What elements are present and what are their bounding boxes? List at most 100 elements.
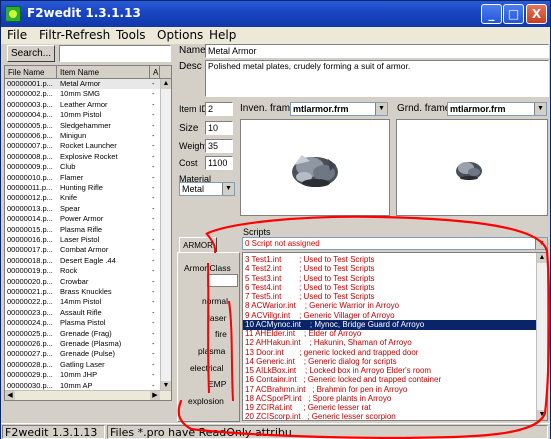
cell-a: -: [152, 349, 155, 359]
table-row[interactable]: 00000028.p... Gatling Laser -: [5, 360, 160, 370]
inven-frame-select[interactable]: mtlarmor.frm ▼: [290, 102, 388, 116]
item-id-field[interactable]: 2: [205, 102, 233, 116]
table-row[interactable]: 00000019.p... Rock -: [5, 266, 160, 276]
maximize-button[interactable]: □: [503, 4, 524, 24]
table-row[interactable]: 00000026.p... Grenade (Plasma) -: [5, 339, 160, 349]
cell-item-name: Club: [60, 162, 76, 172]
armor-class-field[interactable]: [207, 274, 238, 287]
list-vertical-scrollbar[interactable]: ▲ ▼: [160, 79, 171, 391]
table-row[interactable]: 00000027.p... Grenade (Pulse) -: [5, 349, 160, 359]
table-row[interactable]: 00000007.p... Rocket Launcher -: [5, 141, 160, 151]
column-item-name[interactable]: Item Name: [57, 66, 150, 79]
item-list[interactable]: File Name Item Name A 00000001.p... Metal…: [4, 65, 172, 401]
menu-filtr-refresh[interactable]: Filtr-Refresh: [39, 27, 110, 44]
cell-item-name: Explosive Rocket: [60, 151, 118, 161]
status-bar: F2wedit 1.3.1.13 Files *.pro have ReadOn…: [1, 423, 550, 439]
table-row[interactable]: 00000023.p... Assault Rifle -: [5, 308, 160, 318]
chevron-down-icon[interactable]: ▼: [535, 238, 547, 249]
script-list-item[interactable]: 20 ZCIScorp.int ; Generic lesser scorpio…: [243, 412, 536, 420]
inven-frame-value: mtlarmor.frm: [293, 104, 349, 114]
table-row[interactable]: 00000010.p... Flamer -: [5, 173, 160, 183]
chevron-down-icon[interactable]: ▼: [375, 103, 387, 115]
table-row[interactable]: 00000021.p... Brass Knuckles -: [5, 287, 160, 297]
inven-frame-preview: [240, 119, 390, 216]
cell-item-name: 10mm SMG: [60, 89, 101, 99]
cell-a: -: [152, 193, 155, 203]
cell-a: -: [152, 183, 155, 192]
list-header: File Name Item Name A: [5, 66, 171, 79]
table-row[interactable]: 00000005.p... Sledgehammer -: [5, 121, 160, 131]
cell-a: -: [152, 224, 155, 234]
cell-item-name: Desert Eagle .44: [60, 255, 116, 265]
close-button[interactable]: X: [526, 4, 547, 24]
desc-field[interactable]: Polished metal plates, crudely forming a…: [205, 60, 549, 97]
cell-item-name: Plasma Rifle: [60, 224, 103, 234]
cell-file-name: 00000029.p...: [7, 370, 53, 380]
cell-file-name: 00000010.p...: [7, 172, 53, 182]
cell-a: -: [152, 245, 155, 255]
menu-options[interactable]: Options: [157, 27, 203, 44]
scroll-left-arrow[interactable]: ◀: [5, 391, 15, 400]
cell-a: -: [152, 235, 155, 244]
table-row[interactable]: 00000009.p... Club -: [5, 162, 160, 172]
size-field[interactable]: 10: [205, 121, 233, 135]
tab-armor[interactable]: ARMOR: [179, 237, 217, 253]
menu-tools[interactable]: Tools: [116, 27, 146, 44]
scripts-list[interactable]: 3 Test1.int ; Used to Test Scripts 4 Test…: [242, 252, 548, 421]
damage-laser-label: laser: [208, 313, 227, 323]
table-row[interactable]: 00000017.p... Combat Armor -: [5, 245, 160, 255]
table-row[interactable]: 00000004.p... 10mm Pistol -: [5, 110, 160, 120]
cell-item-name: Combat Armor: [60, 245, 109, 255]
table-row[interactable]: 00000013.p... Spear -: [5, 204, 160, 214]
search-button[interactable]: Search...: [7, 45, 55, 62]
column-a[interactable]: A: [150, 66, 160, 79]
app-icon[interactable]: [5, 6, 21, 22]
table-row[interactable]: 00000022.p... 14mm Pistol -: [5, 297, 160, 307]
scripts-selected-value: 0 Script not assigned: [245, 239, 320, 248]
scripts-scrollbar[interactable]: ▲ ▼: [536, 253, 547, 420]
column-file-name[interactable]: File Name: [5, 66, 57, 79]
table-row[interactable]: 00000011.p... Hunting Rifle -: [5, 183, 160, 193]
chevron-down-icon[interactable]: ▼: [222, 183, 234, 195]
table-row[interactable]: 00000024.p... Plasma Pistol -: [5, 318, 160, 328]
cell-file-name: 00000007.p...: [7, 141, 53, 151]
table-row[interactable]: 00000003.p... Leather Armor -: [5, 100, 160, 110]
table-row[interactable]: 00000008.p... Explosive Rocket -: [5, 152, 160, 162]
scripts-select[interactable]: 0 Script not assigned ▼: [242, 237, 548, 250]
minimize-button[interactable]: _: [481, 4, 502, 24]
cell-a: -: [152, 370, 155, 380]
scroll-up-arrow[interactable]: ▲: [161, 79, 171, 89]
table-row[interactable]: 00000029.p... 10mm JHP -: [5, 370, 160, 380]
search-input[interactable]: [59, 45, 171, 62]
menu-help[interactable]: Help: [209, 27, 236, 44]
list-horizontal-scrollbar[interactable]: ◀ ▶: [5, 390, 171, 400]
scroll-right-arrow[interactable]: ▶: [150, 391, 160, 400]
table-row[interactable]: 00000025.p... Grenade (Frag) -: [5, 329, 160, 339]
table-row[interactable]: 00000014.p... Power Armor -: [5, 214, 160, 224]
table-row[interactable]: 00000001.p... Metal Armor -: [5, 79, 160, 89]
table-row[interactable]: 00000012.p... Knife -: [5, 193, 160, 203]
table-row[interactable]: 00000020.p... Crowbar -: [5, 277, 160, 287]
cell-file-name: 00000024.p...: [7, 318, 53, 328]
cell-a: -: [152, 79, 155, 88]
table-row[interactable]: 00000015.p... Plasma Rifle -: [5, 225, 160, 235]
chevron-down-icon[interactable]: ▼: [534, 103, 546, 115]
cell-item-name: Sledgehammer: [60, 120, 111, 130]
cell-a: -: [152, 162, 155, 172]
table-row[interactable]: 00000002.p... 10mm SMG -: [5, 89, 160, 99]
scroll-up-arrow[interactable]: ▲: [537, 253, 547, 263]
table-row[interactable]: 00000006.p... Minigun -: [5, 131, 160, 141]
title-bar[interactable]: F2wedit 1.3.1.13 _ □ X: [1, 1, 550, 27]
grnd-frame-select[interactable]: mtlarmor.frm ▼: [447, 102, 547, 116]
table-row[interactable]: 00000018.p... Desert Eagle .44 -: [5, 256, 160, 266]
material-select[interactable]: Metal ▼: [179, 182, 235, 196]
menu-file[interactable]: File: [7, 27, 27, 44]
cell-item-name: 14mm Pistol: [60, 297, 102, 307]
table-row[interactable]: 00000016.p... Laser Pistol -: [5, 235, 160, 245]
name-field[interactable]: Metal Armor: [205, 44, 549, 58]
cost-field[interactable]: 1100: [205, 156, 233, 170]
cell-item-name: Knife: [60, 193, 78, 203]
damage-explosion-label: explosion: [188, 396, 224, 406]
weight-field[interactable]: 35: [205, 139, 233, 153]
scroll-down-arrow[interactable]: ▼: [537, 410, 547, 420]
